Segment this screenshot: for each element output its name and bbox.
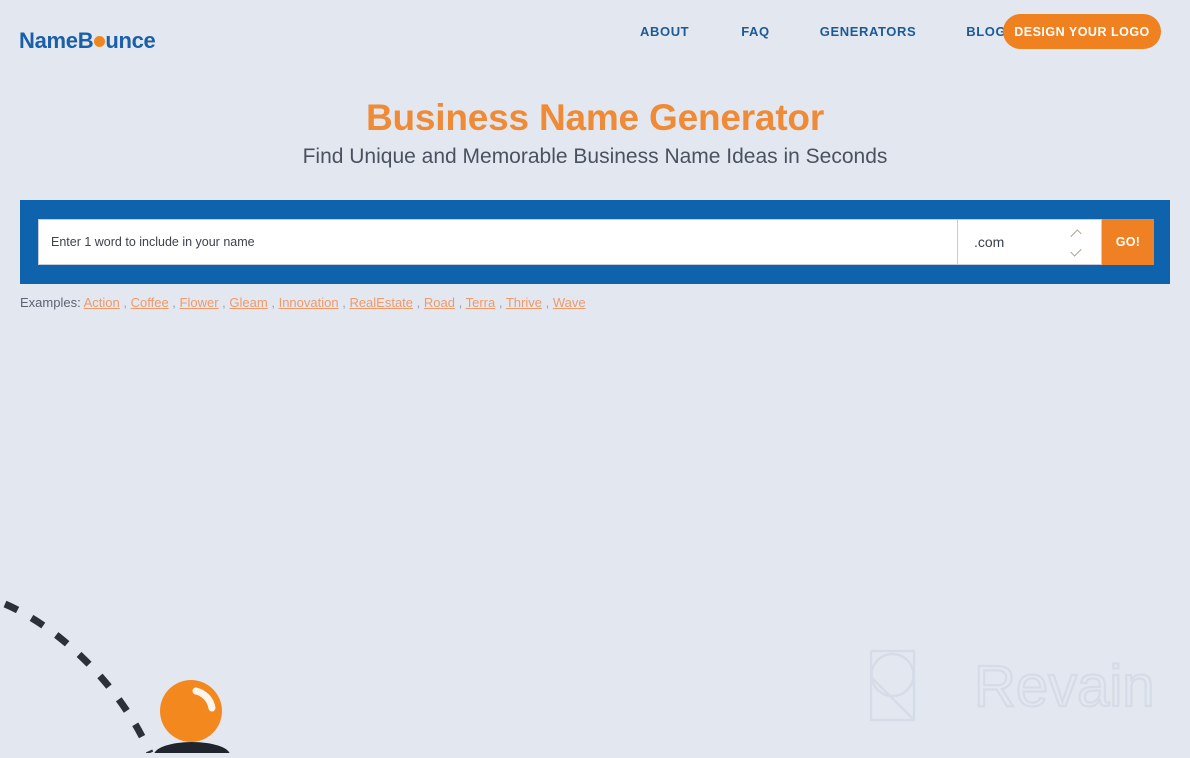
orange-circle-o-icon — [93, 36, 105, 47]
nav-item-faq[interactable]: FAQ — [741, 24, 770, 39]
bouncing-ball-decoration — [0, 590, 300, 758]
example-separator: , — [267, 295, 275, 310]
example-link-road[interactable]: Road — [424, 295, 455, 310]
example-separator: , — [541, 295, 550, 310]
nav-item-blog[interactable]: BLOG — [966, 24, 1006, 39]
chevron-down-icon — [1070, 245, 1082, 257]
example-separator: , — [168, 295, 176, 310]
example-link-gleam[interactable]: Gleam — [229, 295, 267, 310]
logo-text-first: NameB — [19, 28, 94, 53]
nav-item-about[interactable]: ABOUT — [640, 24, 689, 39]
examples-row: Examples: Action , Coffee , Flower , Gle… — [20, 294, 586, 311]
ball-shadow — [154, 742, 230, 758]
design-your-logo-button[interactable]: DESIGN YOUR LOGO — [1003, 14, 1161, 49]
example-link-coffee[interactable]: Coffee — [131, 295, 169, 310]
page-title: Business Name Generator — [365, 97, 825, 138]
go-button[interactable]: GO! — [1102, 219, 1154, 265]
examples-link-list: Action , Coffee , Flower , Gleam , Innov… — [84, 295, 586, 310]
example-separator: , — [338, 295, 346, 310]
dashed-arc-path-icon — [3, 600, 230, 758]
example-link-terra[interactable]: Terra — [466, 295, 496, 310]
example-link-flower[interactable]: Flower — [180, 295, 219, 310]
example-separator: , — [495, 295, 503, 310]
revain-outline-logo-icon: Revain — [869, 649, 1156, 722]
search-form: .com GO! — [38, 219, 1154, 265]
main-navigation: ABOUT FAQ GENERATORS BLOG — [640, 24, 1006, 39]
chevron-up-icon — [1070, 229, 1082, 241]
ball-highlight — [192, 687, 216, 712]
tld-select[interactable]: .com — [957, 219, 1102, 265]
example-link-wave[interactable]: Wave — [553, 295, 586, 310]
page-subtitle: Find Unique and Memorable Business Name … — [302, 145, 888, 168]
example-separator: , — [218, 295, 226, 310]
site-header: NameB unce ABOUT FAQ GENERATORS BLOG DESI… — [0, 0, 1190, 64]
example-link-innovation[interactable]: Innovation — [279, 295, 339, 310]
examples-label: Examples: — [20, 295, 81, 310]
chevron-up-down-icon[interactable] — [1069, 229, 1083, 257]
tld-selected-value: .com — [974, 234, 1005, 250]
example-link-action[interactable]: Action — [84, 295, 120, 310]
example-separator: , — [454, 295, 463, 310]
nav-item-generators[interactable]: GENERATORS — [820, 24, 917, 39]
search-band: .com GO! — [20, 200, 1170, 284]
keyword-input[interactable] — [38, 219, 957, 265]
orange-bouncing-ball-icon — [160, 680, 222, 742]
site-logo[interactable]: NameB unce — [19, 28, 156, 54]
example-link-realestate[interactable]: RealEstate — [349, 295, 413, 310]
example-separator: , — [119, 295, 127, 310]
example-link-thrive[interactable]: Thrive — [506, 295, 542, 310]
revain-watermark: Revain — [862, 644, 1172, 726]
example-separator: , — [413, 295, 421, 310]
revain-watermark-text: Revain — [974, 654, 1155, 719]
logo-text-second: unce — [105, 28, 156, 53]
